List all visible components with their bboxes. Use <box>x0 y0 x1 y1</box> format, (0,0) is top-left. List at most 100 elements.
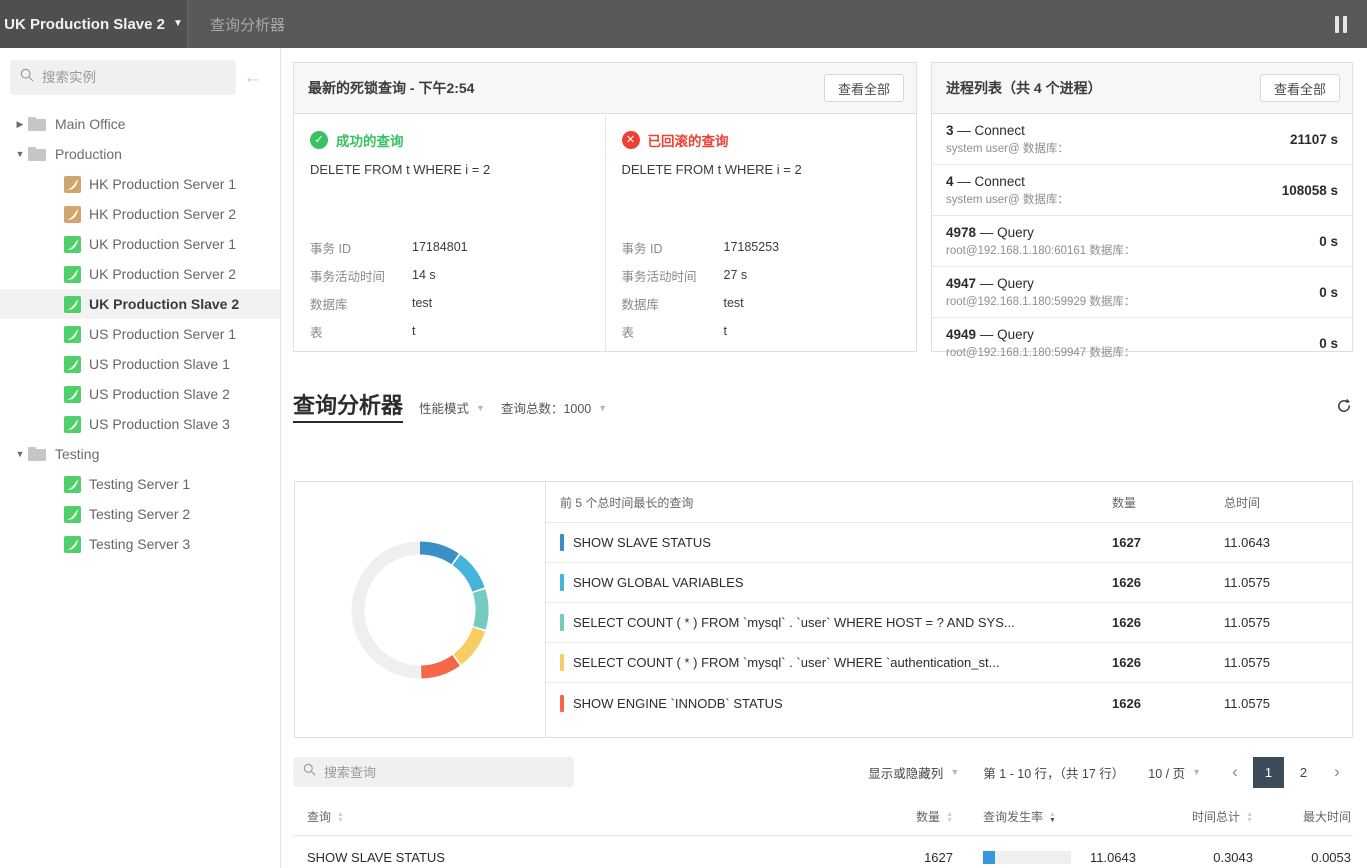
tree-label: UK Production Slave 2 <box>89 296 239 312</box>
page-number-1[interactable]: 1 <box>1253 757 1284 788</box>
col-query[interactable]: 查询▲▼ <box>293 808 853 825</box>
top5-count: 1626 <box>1112 575 1224 590</box>
donut-segment <box>479 591 482 628</box>
process-command: Query <box>997 276 1034 291</box>
chevron-right-icon[interactable]: ▶ <box>12 119 28 130</box>
tree-server-8[interactable]: US Production Slave 1 <box>0 349 280 379</box>
tree-server-9[interactable]: US Production Slave 2 <box>0 379 280 409</box>
tab-query-analyzer-label: 查询分析器 <box>210 14 285 35</box>
tree-label: Testing Server 2 <box>89 506 190 522</box>
chevron-down-icon[interactable]: ▼ <box>12 149 28 159</box>
tree-server-2[interactable]: HK Production Server 1 <box>0 169 280 199</box>
col-total[interactable]: 时间总计▲▼ <box>1158 808 1253 825</box>
top5-row[interactable]: SELECT COUNT ( * ) FROM `mysql` . `user`… <box>546 603 1352 643</box>
process-row[interactable]: 4978 — Queryroot@192.168.1.180:60161 数据库… <box>932 216 1352 267</box>
detail-key: 事务 ID <box>622 238 724 257</box>
pagination-numbers: 12 <box>1251 757 1321 788</box>
top5-count: 1626 <box>1112 615 1224 630</box>
tree-server-3[interactable]: HK Production Server 2 <box>0 199 280 229</box>
pagination: ‹ 12 › <box>1219 757 1353 788</box>
instance-tree: ▶ Main Office ▼Production HK Production Ser… <box>0 105 280 559</box>
deadlock-success-detail-row: 事务活动时间14 s <box>310 261 589 289</box>
pause-icon[interactable] <box>1315 0 1367 48</box>
tree-label: UK Production Server 2 <box>89 266 236 282</box>
top5-row[interactable]: SHOW SLAVE STATUS162711.0643 <box>546 523 1352 563</box>
series-color-swatch <box>560 654 564 671</box>
process-row[interactable]: 4949 — Query root@192.168.1.180:59947 数据库… <box>932 318 1352 369</box>
tree-folder-1[interactable]: ▼Production <box>0 139 280 169</box>
sort-down: ▼ <box>337 818 344 824</box>
deadlock-rollback-details: 事务 ID17185253事务活动时间27 s数据库test表t <box>622 233 901 345</box>
tree-server-10[interactable]: US Production Slave 3 <box>0 409 280 439</box>
detail-value: 14 s <box>412 268 436 282</box>
search-input[interactable] <box>42 70 226 85</box>
tree-server-4[interactable]: UK Production Server 1 <box>0 229 280 259</box>
top5-row[interactable]: SHOW ENGINE `INNODB` STATUS162611.0575 <box>546 683 1352 723</box>
process-list-rows: 3 — Connectsystem user@ 数据库：21107 s4 — C… <box>932 114 1352 369</box>
col-total-label: 时间总计 <box>1192 810 1240 824</box>
sort-icon-active: ▲▼ <box>1049 812 1056 824</box>
tree-server-6[interactable]: UK Production Slave 2 <box>0 289 280 319</box>
detail-value: 17184801 <box>412 240 468 254</box>
page-size-select[interactable]: 10 / 页 ▼ <box>1148 763 1201 782</box>
page-number-2[interactable]: 2 <box>1288 757 1319 788</box>
top5-row[interactable]: SHOW GLOBAL VARIABLES162611.0575 <box>546 563 1352 603</box>
tree-folder-0[interactable]: ▶ Main Office <box>0 109 280 139</box>
mysql-instance-icon <box>64 176 81 193</box>
chevron-left-icon[interactable]: ‹ <box>1219 757 1251 787</box>
search-queries-box[interactable] <box>293 757 574 787</box>
deadlock-success-label: 成功的查询 <box>336 130 404 150</box>
tree-label: US Production Server 1 <box>89 326 236 342</box>
tree-label: UK Production Server 1 <box>89 236 236 252</box>
tree-server-14[interactable]: Testing Server 3 <box>0 529 280 559</box>
process-list-view-all-button[interactable]: 查看全部 <box>1260 74 1340 102</box>
mysql-instance-icon <box>64 326 81 343</box>
process-time: 21107 s <box>1290 132 1338 147</box>
columns-toggle-select[interactable]: 显示或隐藏列 ▼ <box>868 763 959 782</box>
search-instances-box[interactable] <box>10 60 236 95</box>
collapse-sidebar-button[interactable]: ← <box>236 61 270 95</box>
deadlock-rollback-status: ✕ 已回滚的查询 <box>622 130 901 150</box>
query-analyzer-panel: 前 5 个总时间最长的查询 数量 总时间 SHOW SLAVE STATUS16… <box>294 481 1353 738</box>
col-count[interactable]: 数量▲▼ <box>853 808 953 825</box>
page-size-label: 10 / 页 <box>1148 763 1185 782</box>
total-queries-select[interactable]: 查询总数：1000 ▼ <box>501 398 607 417</box>
process-info: 4 — Connectsystem user@ 数据库： <box>946 174 1282 207</box>
tree-server-7[interactable]: US Production Server 1 <box>0 319 280 349</box>
deadlock-body: ✓ 成功的查询 DELETE FROM t WHERE i = 2 事务 ID1… <box>294 114 916 352</box>
query-table-body: SHOW SLAVE STATUS162711.06430.30430.0053… <box>293 836 1353 868</box>
process-dash: — <box>980 327 994 342</box>
performance-mode-select[interactable]: 性能模式 ▼ <box>419 398 485 417</box>
top5-row[interactable]: SELECT COUNT ( * ) FROM `mysql` . `user`… <box>546 643 1352 683</box>
chevron-down-icon[interactable]: ▼ <box>12 449 28 459</box>
col-rate[interactable]: 查询发生率▲▼ <box>953 808 1158 825</box>
query-analyzer-header: 查询分析器 性能模式 ▼ 查询总数：1000 ▼ <box>293 388 1353 428</box>
refresh-icon[interactable] <box>1335 397 1353 420</box>
tab-query-analyzer[interactable]: 查询分析器 <box>188 0 307 48</box>
performance-mode-label: 性能模式 <box>419 398 469 417</box>
tree-label: HK Production Server 1 <box>89 176 236 192</box>
instance-selector[interactable]: UK Production Slave 2 ▼ <box>0 0 187 48</box>
deadlock-view-all-button[interactable]: 查看全部 <box>824 74 904 102</box>
tree-label: Main Office <box>55 116 126 132</box>
process-row[interactable]: 3 — Connectsystem user@ 数据库：21107 s <box>932 114 1352 165</box>
sidebar: ← ▶ Main Office ▼Production HK Production S… <box>0 48 281 868</box>
process-row[interactable]: 4 — Connectsystem user@ 数据库：108058 s <box>932 165 1352 216</box>
deadlock-rollback-label: 已回滚的查询 <box>648 130 729 150</box>
detail-key: 数据库 <box>622 294 724 313</box>
tree-server-12[interactable]: Testing Server 1 <box>0 469 280 499</box>
deadlock-rollback-query: DELETE FROM t WHERE i = 2 <box>622 162 901 177</box>
tree-server-5[interactable]: UK Production Server 2 <box>0 259 280 289</box>
process-row[interactable]: 4947 — Queryroot@192.168.1.180:59929 数据库… <box>932 267 1352 318</box>
tree-folder-11[interactable]: ▼Testing <box>0 439 280 469</box>
process-name: 4949 — Query <box>946 327 1319 342</box>
col-max[interactable]: 最大时间 <box>1253 808 1353 825</box>
query-search-input[interactable] <box>324 765 564 780</box>
top5-query-cell: SELECT COUNT ( * ) FROM `mysql` . `user`… <box>560 654 1112 671</box>
table-row[interactable]: SHOW SLAVE STATUS162711.06430.30430.0053 <box>293 836 1353 868</box>
instance-selector-label: UK Production Slave 2 <box>4 16 165 33</box>
process-sub: root@192.168.1.180:59947 数据库： <box>946 344 1319 360</box>
chevron-right-icon[interactable]: › <box>1321 757 1353 787</box>
tree-server-13[interactable]: Testing Server 2 <box>0 499 280 529</box>
chevron-down-icon: ▼ <box>950 767 959 777</box>
